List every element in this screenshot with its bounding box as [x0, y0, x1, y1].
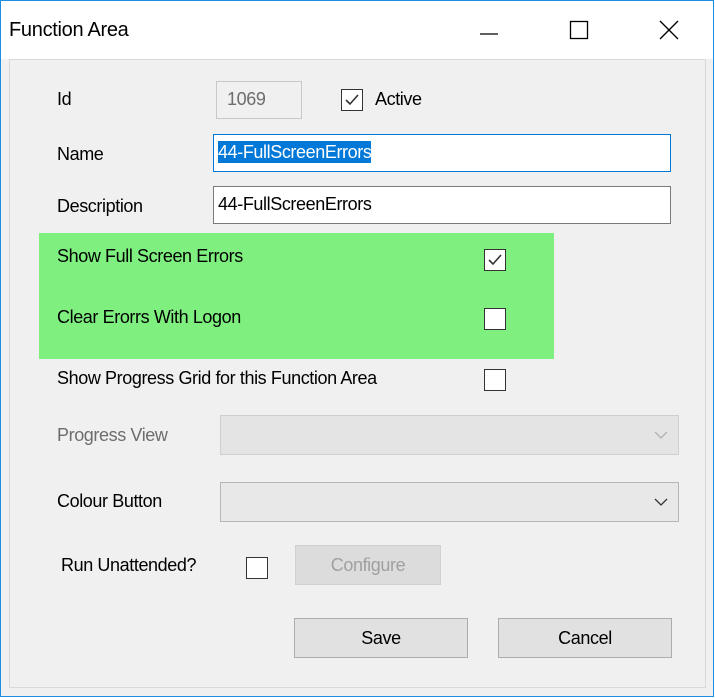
title-bar[interactable]: Function Area [1, 1, 713, 59]
minimize-button[interactable] [444, 1, 534, 59]
maximize-icon [569, 20, 589, 40]
id-field: 1069 [216, 81, 302, 119]
colour-button-label: Colour Button [57, 491, 162, 511]
chevron-down-icon [654, 431, 668, 439]
checkmark-icon [488, 254, 502, 266]
description-input[interactable]: 44-FullScreenErrors [213, 186, 671, 224]
description-label: Description [57, 196, 143, 216]
name-label: Name [57, 144, 104, 164]
clear-errors-checkbox[interactable] [484, 308, 506, 330]
close-button[interactable] [624, 1, 714, 59]
configure-button: Configure [295, 545, 441, 585]
minimize-icon [480, 33, 498, 35]
name-input-value: 44-FullScreenErrors [218, 141, 372, 163]
active-label: Active [375, 89, 422, 109]
show-full-screen-errors-checkbox[interactable] [484, 249, 506, 271]
run-unattended-label: Run Unattended? [61, 555, 197, 575]
show-progress-grid-label: Show Progress Grid for this Function Are… [57, 368, 377, 388]
run-unattended-checkbox[interactable] [246, 557, 268, 579]
clear-errors-label: Clear Erorrs With Logon [57, 307, 241, 327]
maximize-button[interactable] [534, 1, 624, 59]
save-button[interactable]: Save [294, 618, 468, 658]
window-title: Function Area [9, 19, 129, 41]
name-input[interactable]: 44-FullScreenErrors [213, 134, 671, 172]
function-area-window: Function Area Id 1069 Active Name 44-Ful… [0, 0, 714, 697]
close-icon [659, 20, 679, 40]
show-full-screen-errors-label: Show Full Screen Errors [57, 246, 243, 266]
cancel-button[interactable]: Cancel [498, 618, 672, 658]
chevron-down-icon [654, 498, 668, 506]
progress-view-label: Progress View [57, 425, 168, 445]
colour-button-select[interactable] [220, 482, 679, 522]
checkmark-icon [345, 94, 359, 106]
progress-view-select [220, 415, 679, 455]
show-progress-grid-checkbox[interactable] [484, 369, 506, 391]
active-checkbox[interactable] [341, 89, 363, 111]
id-label: Id [57, 89, 72, 109]
